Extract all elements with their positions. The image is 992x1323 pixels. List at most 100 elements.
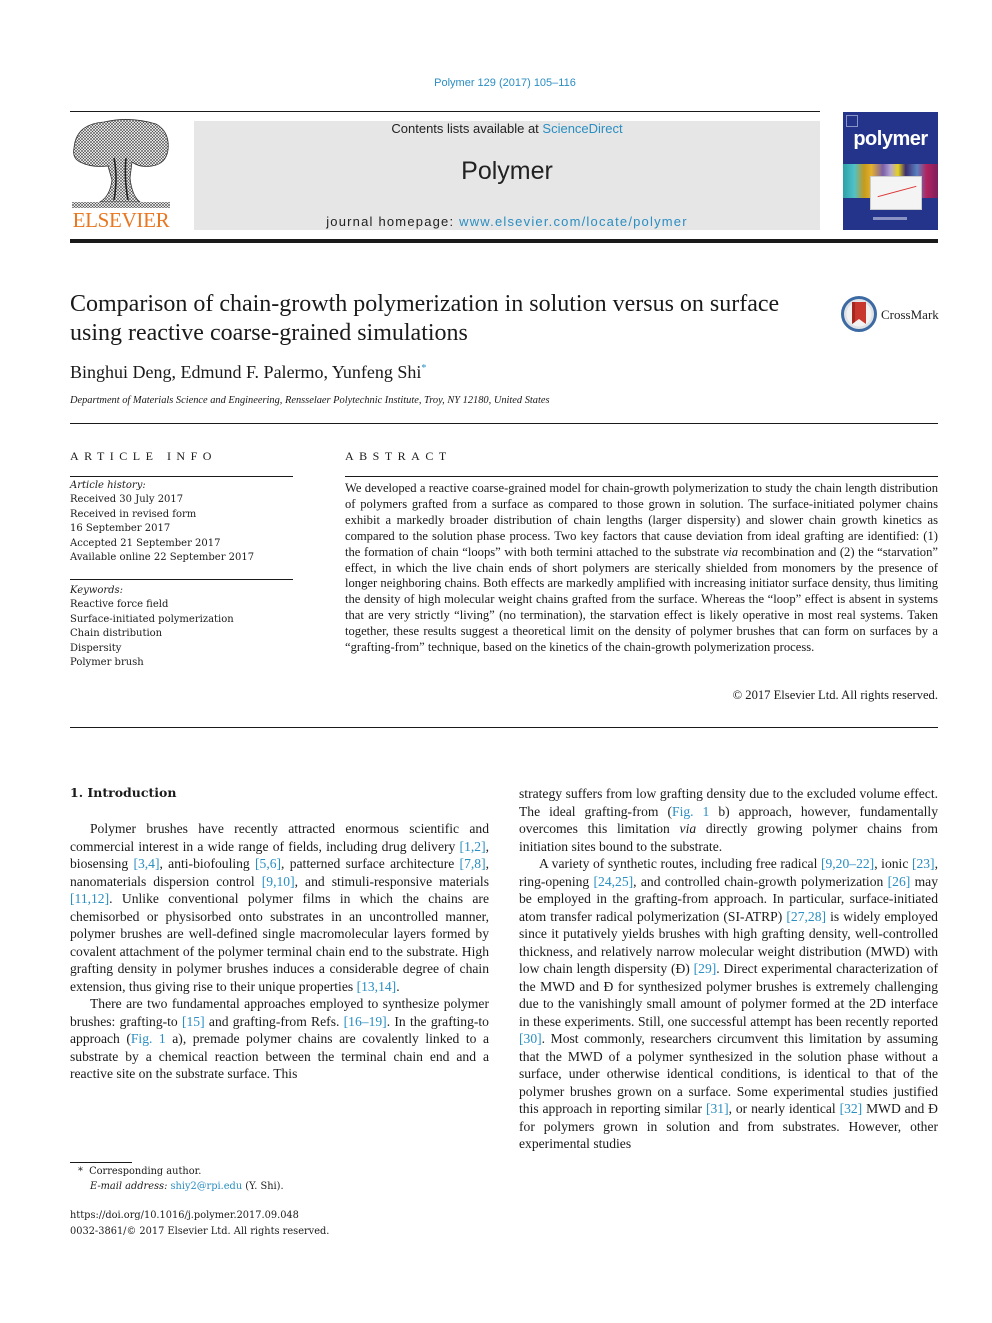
intro-paragraph-3: A variety of synthetic routes, including…: [519, 855, 938, 1153]
abstract-text-part: recombination and (2) the “starvation” e…: [345, 544, 938, 655]
history-item: Received in revised form: [70, 508, 197, 520]
reference-link[interactable]: [26]: [888, 874, 911, 889]
reference-link[interactable]: [29]: [694, 961, 717, 976]
email-suffix: (Y. Shi).: [242, 1181, 284, 1192]
author-affiliation: Department of Materials Science and Engi…: [70, 395, 550, 406]
cover-elsevier-badge-icon: [846, 115, 858, 127]
reference-link[interactable]: [31]: [706, 1101, 729, 1116]
contents-prefix: Contents lists available at: [391, 121, 543, 136]
keyword-item: Dispersity: [70, 642, 122, 654]
article-history: Article history: Received 30 July 2017 R…: [70, 479, 293, 565]
keywords-rule: [70, 579, 293, 580]
keyword-item: Chain distribution: [70, 628, 163, 640]
homepage-prefix: journal homepage:: [326, 214, 460, 229]
paragraph-text: Polymer brushes have recently attracted …: [70, 821, 489, 854]
email-link[interactable]: shiy2@rpi.edu: [171, 1181, 243, 1192]
body-column-right: strategy suffers from low grafting densi…: [519, 785, 938, 1153]
journal-cover-image[interactable]: polymer: [843, 112, 938, 230]
article-info-heading: ARTICLE INFO: [70, 449, 217, 463]
history-item: Received 30 July 2017: [70, 494, 184, 506]
crossmark-icon: [841, 296, 877, 332]
homepage-line: journal homepage: www.elsevier.com/locat…: [194, 214, 820, 229]
footnote-rule: [70, 1162, 132, 1163]
abstract-rule: [345, 476, 938, 477]
paragraph-text: and grafting-from Refs.: [204, 1013, 344, 1029]
paragraph-text: , ionic: [874, 856, 912, 871]
elsevier-tree-icon: [72, 119, 170, 208]
keywords-block: Keywords: Reactive force field Surface-i…: [70, 584, 293, 670]
doi-link[interactable]: https://doi.org/10.1016/j.polymer.2017.0…: [70, 1210, 299, 1221]
keyword-item: Surface-initiated polymerization: [70, 613, 234, 625]
elsevier-wordmark: ELSEVIER: [72, 208, 170, 232]
keyword-item: Polymer brush: [70, 657, 144, 669]
corresponding-author-note: * Corresponding author.: [78, 1166, 201, 1177]
history-item: 16 September 2017: [70, 523, 171, 535]
paragraph-text: A variety of synthetic routes, including…: [539, 856, 821, 871]
reference-link[interactable]: [11,12]: [70, 891, 109, 906]
journal-homepage-link[interactable]: www.elsevier.com/locate/polymer: [459, 214, 688, 229]
crossmark-button[interactable]: CrossMark: [841, 296, 941, 334]
intro-paragraph-2: There are two fundamental approaches emp…: [70, 995, 489, 1083]
email-label: E-mail address:: [90, 1181, 168, 1192]
abstract-text: We developed a reactive coarse-grained m…: [345, 481, 938, 656]
reference-link[interactable]: [27,28]: [786, 909, 826, 924]
history-item: Available online 22 September 2017: [70, 552, 255, 564]
reference-link[interactable]: [13,14]: [357, 979, 397, 994]
figure-link[interactable]: Fig. 1: [131, 1031, 166, 1046]
corresponding-author-mark[interactable]: *: [421, 363, 426, 374]
reference-link[interactable]: [9,10]: [262, 874, 295, 889]
journal-name: Polymer: [461, 157, 553, 185]
paragraph-text: . Unlike conventional polymer films in w…: [70, 891, 489, 994]
title-bottom-rule: [70, 423, 938, 424]
figure-link[interactable]: Fig. 1: [672, 804, 709, 819]
abstract-italic-via: via: [722, 544, 739, 559]
reference-link[interactable]: [30]: [519, 1031, 542, 1046]
abstract-copyright: © 2017 Elsevier Ltd. All rights reserved…: [732, 688, 938, 702]
reference-link[interactable]: [24,25]: [594, 874, 634, 889]
elsevier-logo[interactable]: ELSEVIER: [70, 118, 172, 233]
keywords-label: Keywords:: [70, 585, 124, 596]
italic-text: via: [679, 821, 697, 836]
header-top-rule: [70, 111, 820, 112]
intro-paragraph-2-continued: strategy suffers from low grafting densi…: [519, 785, 938, 855]
paragraph-text: , and controlled chain-growth polymeriza…: [633, 873, 888, 889]
paragraph-text: , or nearly identical: [728, 1101, 840, 1116]
keyword-item: Reactive force field: [70, 599, 169, 611]
reference-link[interactable]: [23]: [912, 856, 935, 871]
cover-title: polymer: [853, 128, 928, 150]
paragraph-text: .: [396, 978, 400, 994]
reference-link[interactable]: [7,8]: [460, 856, 486, 871]
reference-link[interactable]: [15]: [182, 1014, 205, 1029]
journal-citation-link[interactable]: Polymer 129 (2017) 105–116: [0, 77, 992, 89]
paragraph-text: , anti-biofouling: [159, 856, 255, 871]
header-thick-rule: [70, 239, 938, 243]
paragraph-text: , patterned surface architecture: [281, 856, 460, 871]
article-history-label: Article history:: [70, 480, 146, 491]
reference-link[interactable]: [5,6]: [255, 856, 281, 871]
issn-copyright: 0032-3861/© 2017 Elsevier Ltd. All right…: [70, 1226, 330, 1237]
footnote-mark: *: [78, 1166, 83, 1177]
reference-link[interactable]: [9,20–22]: [821, 856, 874, 871]
corresponding-author-text: Corresponding author.: [89, 1166, 202, 1177]
sciencedirect-link[interactable]: ScienceDirect: [542, 121, 622, 136]
reference-link[interactable]: [16–19]: [344, 1014, 387, 1029]
crossmark-label: CrossMark: [881, 307, 939, 322]
paragraph-text: , and stimuli-responsive materials: [294, 873, 489, 889]
journal-banner: Contents lists available at ScienceDirec…: [194, 121, 820, 230]
article-info-rule: [70, 476, 293, 477]
body-column-left: Polymer brushes have recently attracted …: [70, 820, 489, 1083]
cover-figure-icon: [870, 176, 922, 210]
article-title: Comparison of chain-growth polymerizatio…: [70, 291, 780, 346]
reference-link[interactable]: [32]: [840, 1101, 863, 1116]
reference-link[interactable]: [3,4]: [133, 856, 159, 871]
abstract-bottom-rule: [70, 727, 938, 728]
abstract-heading: ABSTRACT: [345, 449, 452, 463]
email-note: E-mail address: shiy2@rpi.edu (Y. Shi).: [90, 1181, 284, 1192]
reference-link[interactable]: [1,2]: [460, 839, 486, 854]
cover-footer-bar: [873, 217, 907, 220]
authors-names: Binghui Deng, Edmund F. Palermo, Yunfeng…: [70, 362, 422, 382]
introduction-heading: 1. Introduction: [70, 785, 177, 800]
author-list: Binghui Deng, Edmund F. Palermo, Yunfeng…: [70, 362, 426, 383]
intro-paragraph-1: Polymer brushes have recently attracted …: [70, 820, 489, 995]
contents-line: Contents lists available at ScienceDirec…: [194, 121, 820, 136]
